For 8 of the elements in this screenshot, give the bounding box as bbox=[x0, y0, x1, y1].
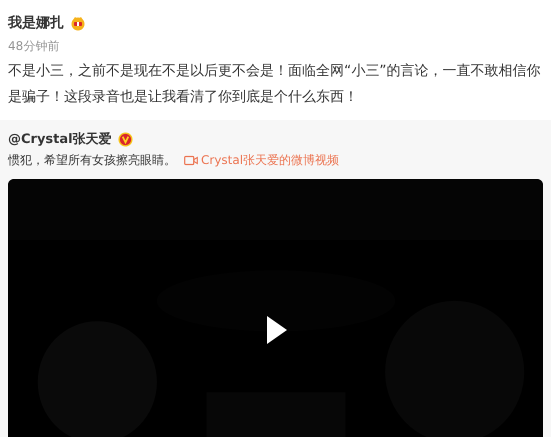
author-name[interactable]: 我是娜扎 bbox=[8, 14, 64, 32]
post-time: 48分钟前 bbox=[8, 38, 60, 55]
post-text: 不是小三，之前不是现在不是以后更不会是！面临全网“小三”的言论，一直不敢相信你是骗子！这段录音也是让我看清了你到底是个什么东西！ bbox=[8, 62, 542, 107]
reposted-author[interactable]: @Crystal张天爱 bbox=[8, 130, 112, 148]
play-icon[interactable] bbox=[266, 315, 288, 345]
repost-text: 惯犯，希望所有女孩擦亮眼睛。 bbox=[8, 152, 176, 169]
crown-icon bbox=[70, 15, 86, 31]
video-icon bbox=[184, 155, 198, 166]
